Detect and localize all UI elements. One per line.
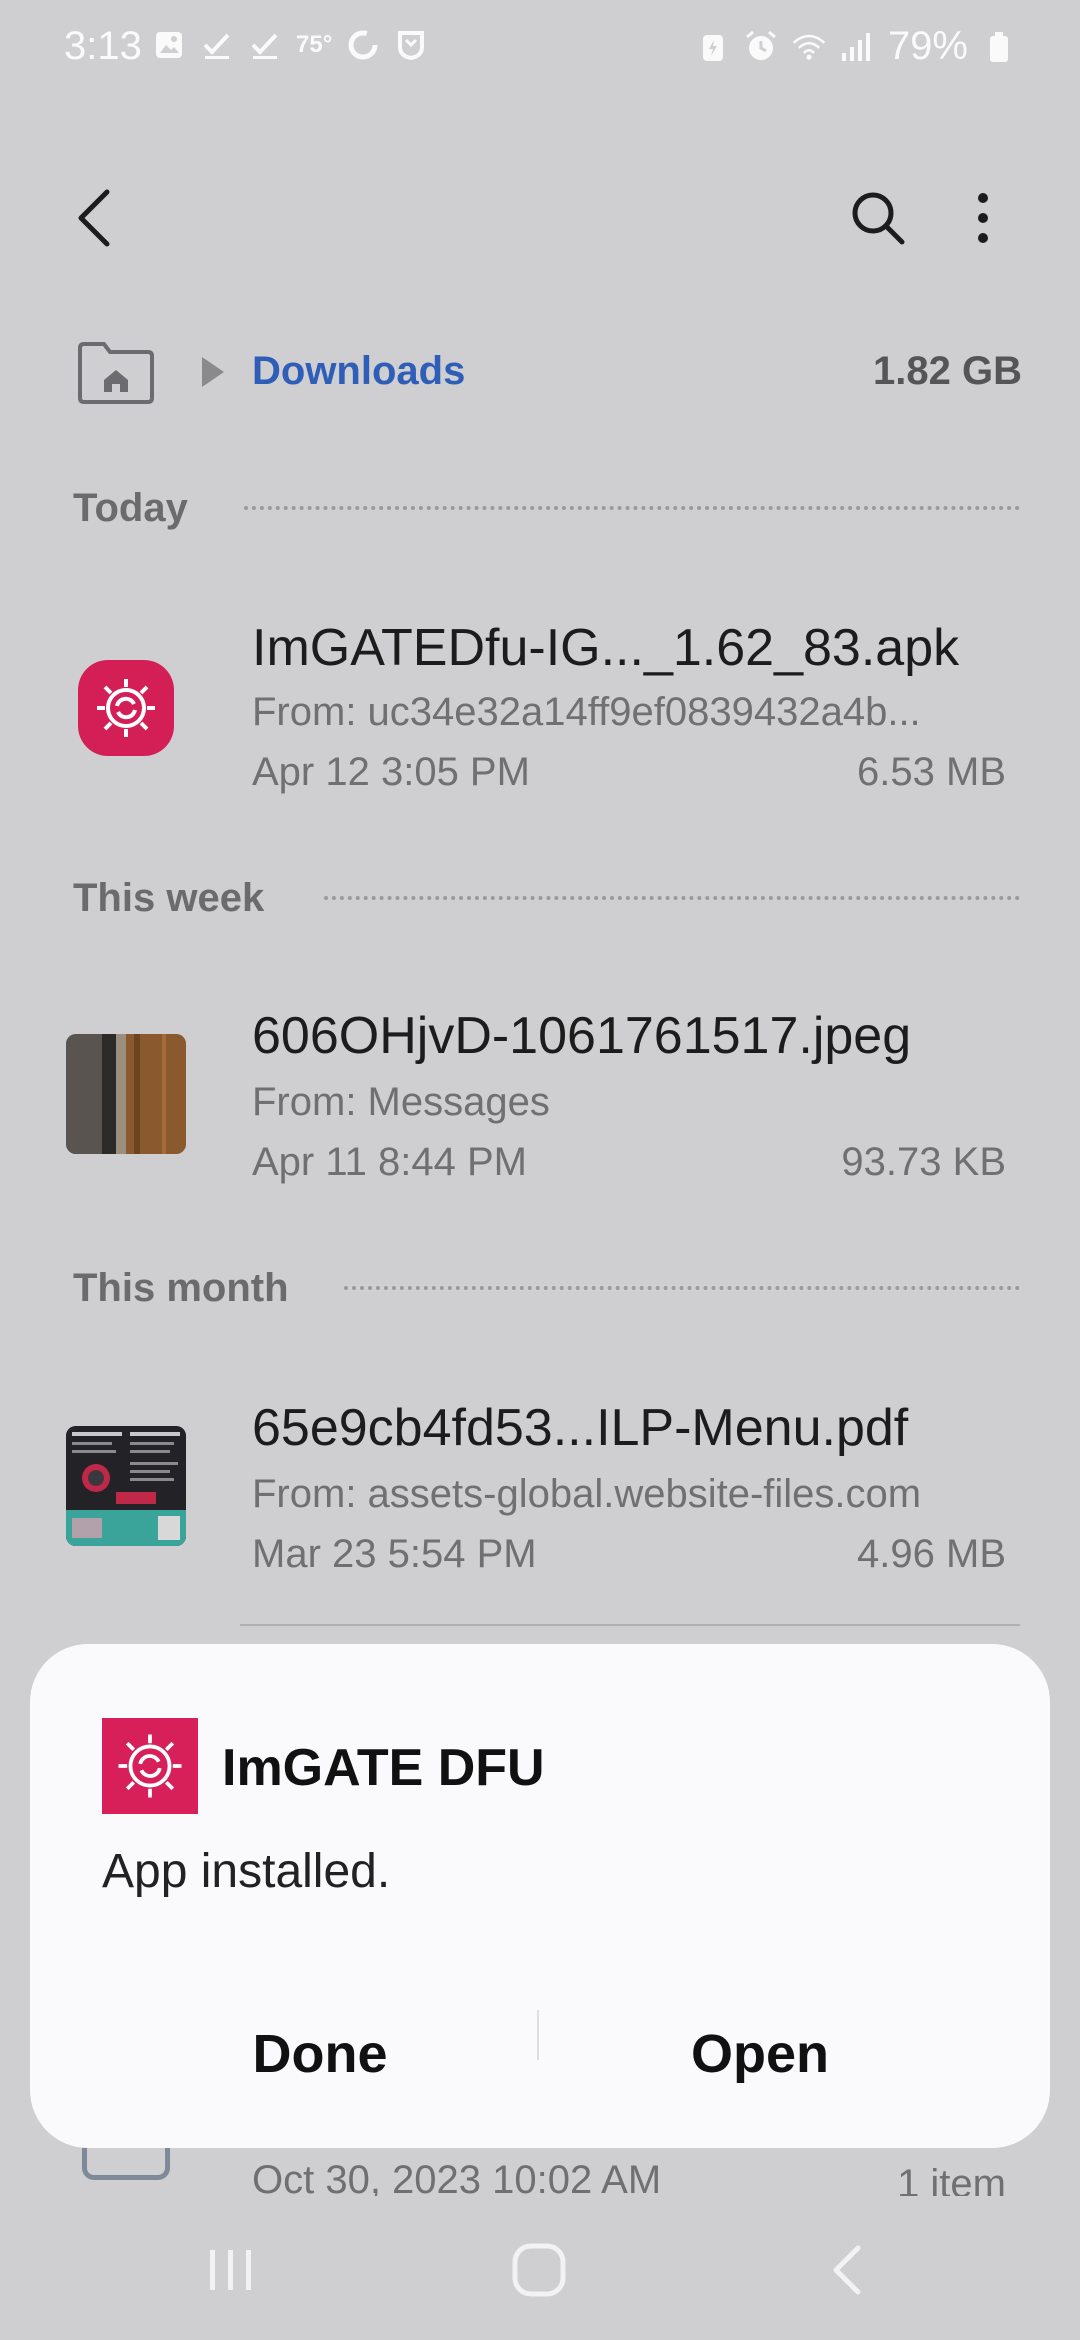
recents-icon bbox=[210, 2250, 251, 2290]
home-button[interactable] bbox=[506, 2240, 572, 2300]
file-name: 606OHjvD-1061761517.jpeg bbox=[252, 1007, 912, 1065]
file-manager-screen: 3:13 75° 79% Downloads 1.82 GB Today ImG… bbox=[0, 0, 1080, 2340]
chevron-left-icon bbox=[78, 189, 110, 247]
system-back-button[interactable] bbox=[818, 2240, 878, 2300]
check-icon bbox=[200, 28, 234, 62]
dialog-app-name: ImGATE DFU bbox=[222, 1739, 545, 1797]
done-button[interactable]: Done bbox=[100, 2004, 540, 2104]
section-header-this-week: This week bbox=[73, 876, 265, 920]
section-divider bbox=[324, 896, 1020, 900]
wifi-icon bbox=[792, 30, 826, 64]
section-divider bbox=[244, 506, 1020, 510]
sync-icon bbox=[346, 28, 380, 62]
file-name: ImGATEDfu-IG..._1.62_83.apk bbox=[252, 619, 960, 677]
battery-percent: 79% bbox=[887, 24, 968, 68]
settings-sync-icon bbox=[102, 1718, 198, 1814]
file-date: Apr 12 3:05 PM bbox=[252, 750, 530, 794]
battery-icon bbox=[982, 30, 1016, 64]
back-icon bbox=[833, 2245, 861, 2295]
status-bar: 3:13 75° 79% bbox=[0, 0, 1080, 96]
file-source: From: uc34e32a14ff9ef0839432a4b... bbox=[252, 690, 921, 734]
status-notification-icons: 75° bbox=[152, 28, 428, 62]
file-source: From: Messages bbox=[252, 1080, 550, 1124]
more-vertical-icon bbox=[978, 193, 988, 243]
pdf-thumbnail bbox=[66, 1426, 186, 1546]
battery-saver-icon bbox=[696, 30, 730, 64]
image-thumbnail bbox=[66, 1034, 186, 1154]
file-size: 6.53 MB bbox=[857, 750, 1006, 794]
status-time: 3:13 bbox=[64, 24, 142, 68]
shield-app-icon bbox=[394, 28, 428, 62]
file-date: Mar 23 5:54 PM bbox=[252, 1532, 537, 1576]
home-circle-icon bbox=[512, 2243, 566, 2297]
back-button[interactable] bbox=[60, 178, 130, 258]
weather-temperature: 75° bbox=[296, 31, 333, 58]
search-icon bbox=[852, 192, 905, 245]
section-divider bbox=[344, 1286, 1020, 1290]
file-size: 93.73 KB bbox=[841, 1140, 1006, 1184]
gallery-icon bbox=[152, 28, 186, 62]
check-icon bbox=[248, 28, 282, 62]
more-options-button[interactable] bbox=[950, 178, 1016, 258]
file-source: From: assets-global.website-files.com bbox=[252, 1472, 922, 1516]
list-divider bbox=[240, 1624, 1020, 1626]
home-folder-icon[interactable] bbox=[76, 340, 156, 406]
alarm-icon bbox=[744, 30, 778, 64]
signal-icon bbox=[840, 30, 874, 64]
dialog-message: App installed. bbox=[102, 1845, 391, 1898]
file-item-jpeg[interactable]: 606OHjvD-1061761517.jpeg From: Messages … bbox=[0, 980, 1080, 1220]
file-item-pdf[interactable]: 65e9cb4fd53...ILP-Menu.pdf From: assets-… bbox=[0, 1372, 1080, 1612]
file-date: Apr 11 8:44 PM bbox=[252, 1140, 527, 1184]
button-separator bbox=[537, 2010, 539, 2060]
file-size: 4.96 MB bbox=[857, 1532, 1006, 1576]
file-item-apk[interactable]: ImGATEDfu-IG..._1.62_83.apk From: uc34e3… bbox=[0, 590, 1080, 830]
open-button[interactable]: Open bbox=[540, 2004, 980, 2104]
breadcrumb-arrow-icon bbox=[202, 357, 224, 387]
section-header-today: Today bbox=[73, 486, 188, 530]
status-system-icons: 79% bbox=[696, 24, 1016, 69]
apk-settings-icon bbox=[78, 660, 174, 756]
recents-button[interactable] bbox=[196, 2240, 266, 2300]
app-installed-dialog: ImGATE DFU App installed. Done Open bbox=[30, 1644, 1050, 2148]
storage-size: 1.82 GB bbox=[873, 349, 1022, 393]
breadcrumb-current[interactable]: Downloads bbox=[252, 349, 465, 394]
file-name: 65e9cb4fd53...ILP-Menu.pdf bbox=[252, 1399, 909, 1457]
section-header-this-month: This month bbox=[73, 1266, 289, 1310]
search-button[interactable] bbox=[838, 178, 918, 258]
